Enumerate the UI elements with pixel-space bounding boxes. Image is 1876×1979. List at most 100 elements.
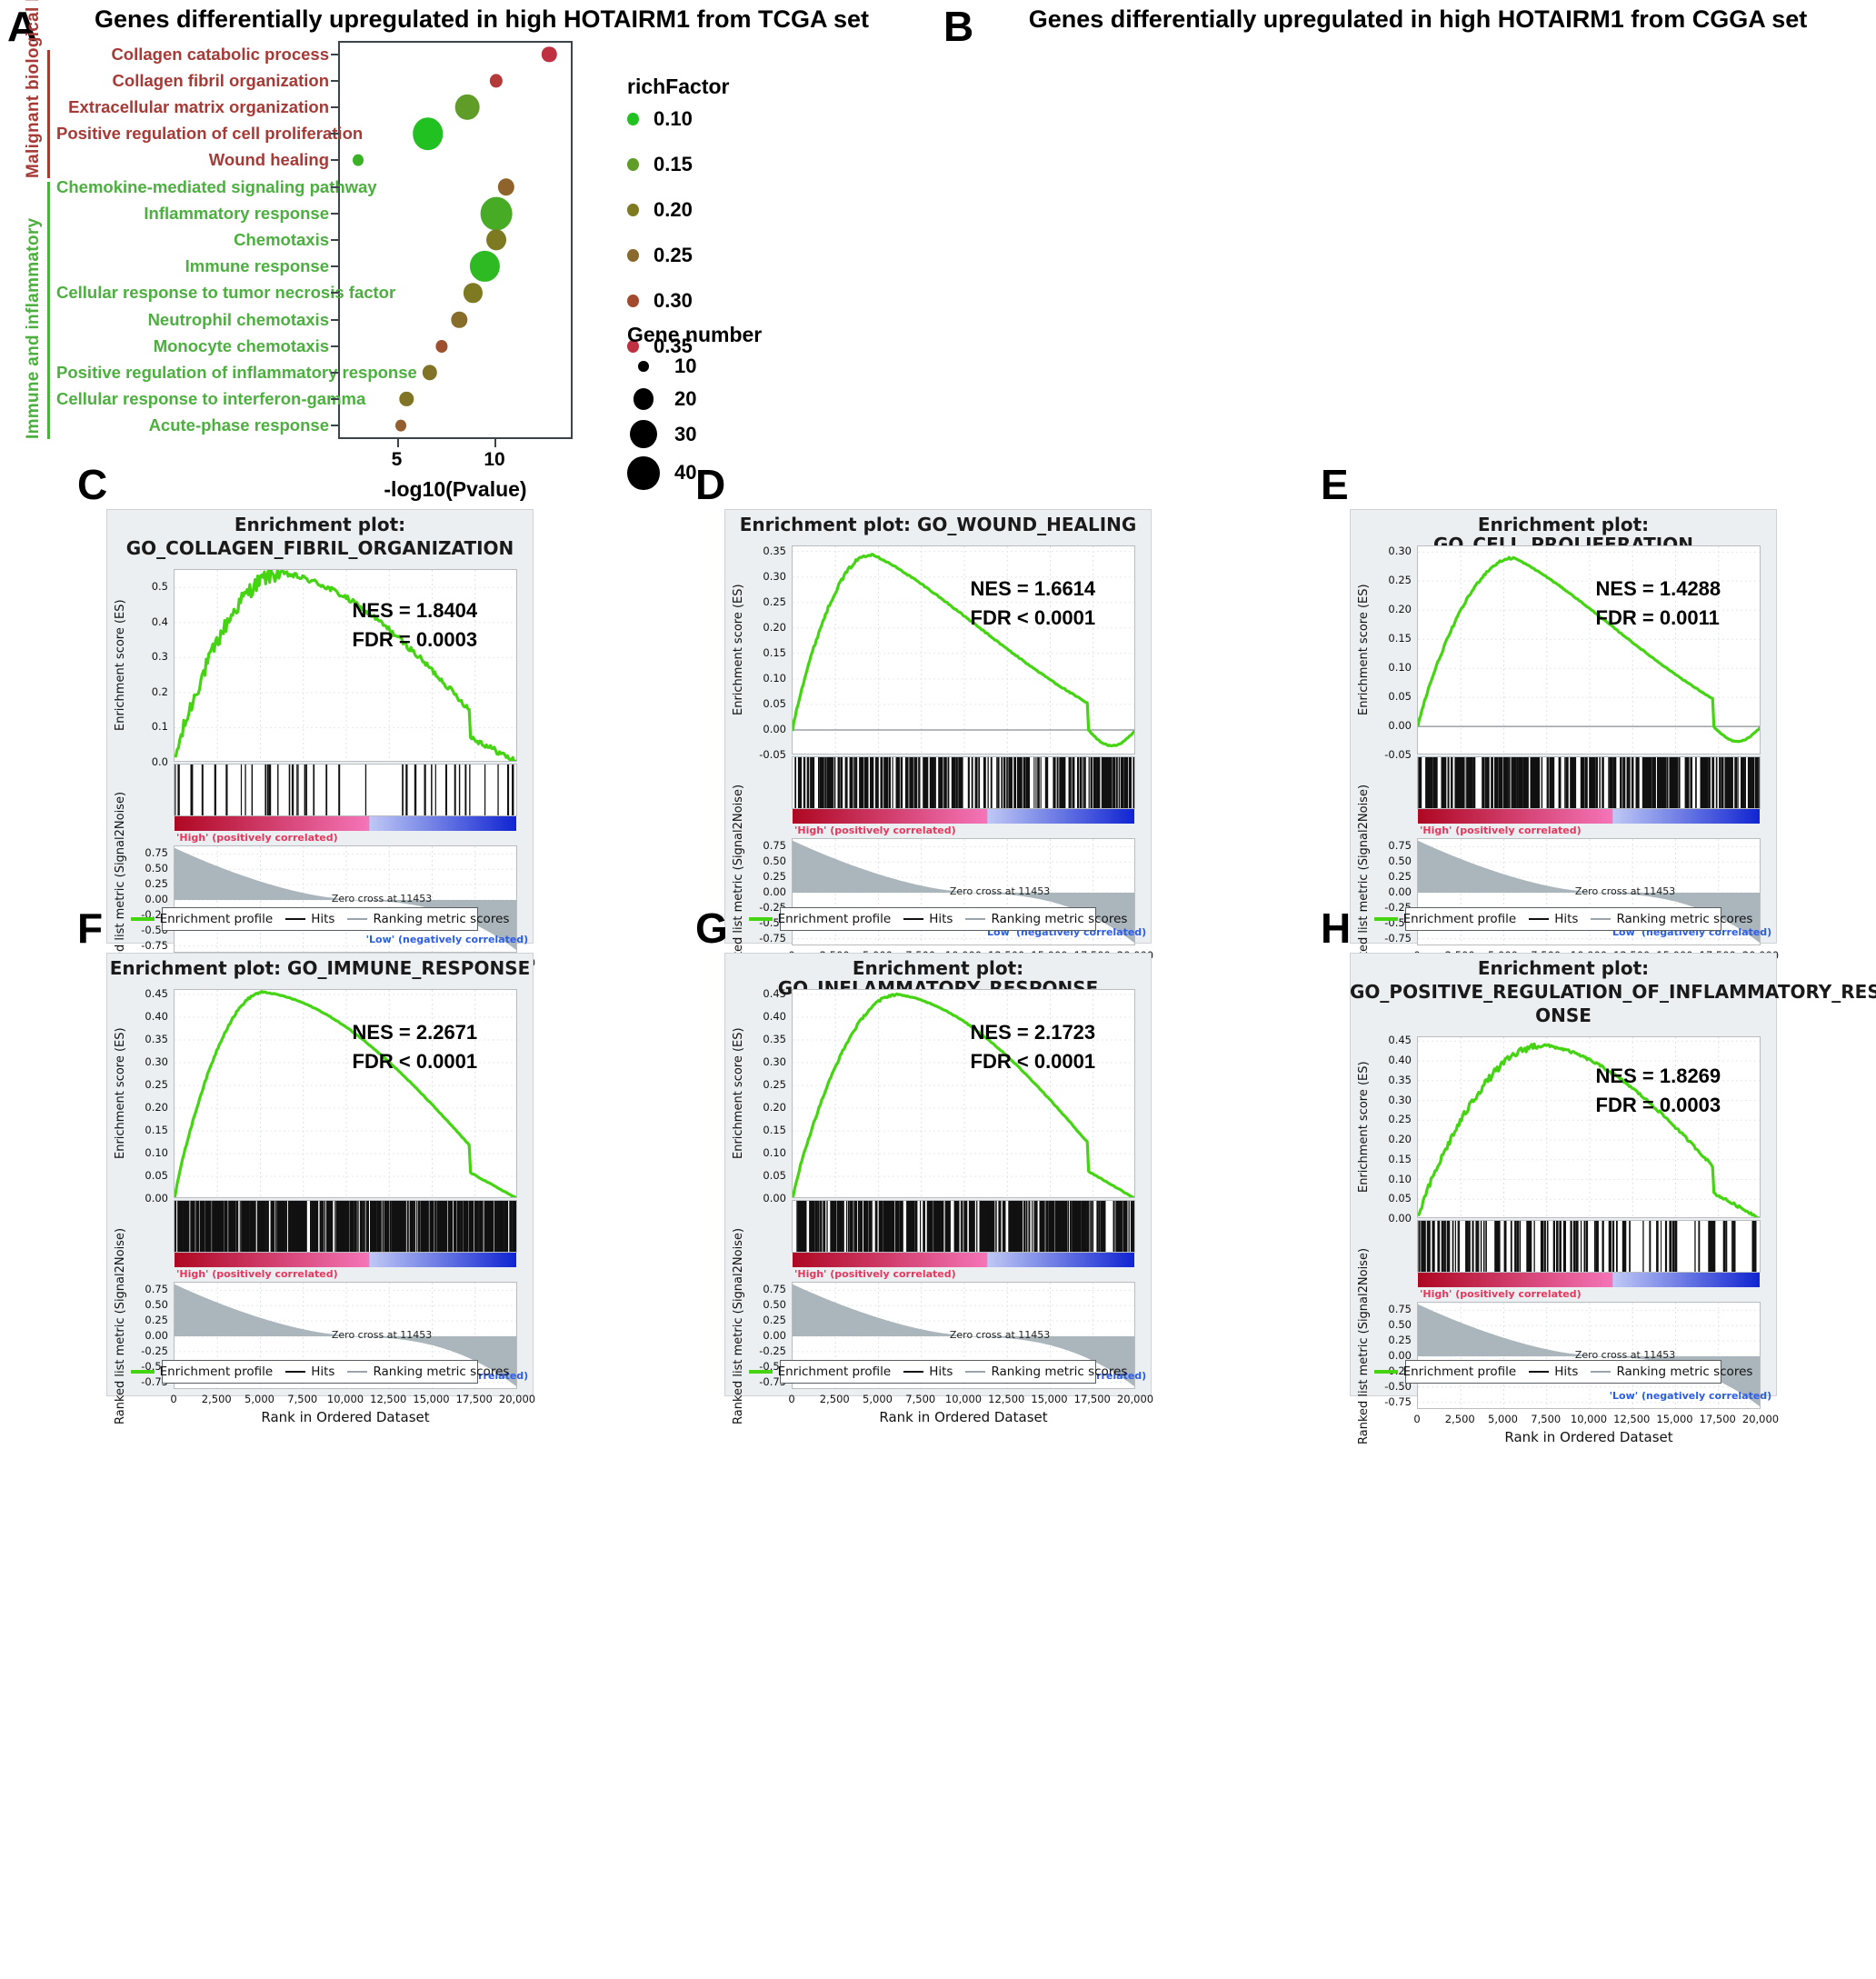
rank-y-tick-label: 0.25 xyxy=(145,877,168,891)
go-bubble[interactable] xyxy=(454,94,480,121)
es-y-tick-label: 0.15 xyxy=(763,1124,786,1136)
es-y-tick-label: -0.05 xyxy=(1384,748,1412,761)
panel-f-letter: F xyxy=(77,905,104,952)
gray-line-icon xyxy=(965,918,986,920)
legend-enrichment-profile: Enrichment profile xyxy=(748,1364,891,1379)
low-correlation-label: 'Low' (negatively correlated) xyxy=(1609,1389,1772,1402)
zero-cross-annotation: Zero cross at 11453 xyxy=(331,892,433,905)
es-y-tick-label: 0.25 xyxy=(1388,1113,1412,1126)
legend-hits: Hits xyxy=(285,1364,334,1379)
es-y-tick-label: 0.00 xyxy=(1388,1212,1412,1224)
zero-cross-annotation: Zero cross at 11453 xyxy=(1574,885,1676,897)
black-line-icon xyxy=(285,918,306,920)
correlation-gradient xyxy=(793,809,1134,824)
gray-line-icon xyxy=(347,918,368,920)
go-bubble[interactable] xyxy=(480,196,513,231)
legend-ranking-metric: Ranking metric scores xyxy=(347,1364,509,1379)
rank-x-tick-label: 12,500 xyxy=(988,1393,1025,1405)
go-bubble[interactable] xyxy=(413,117,444,150)
rank-x-tick-label: 0 xyxy=(788,1393,795,1405)
legend-enrichment-profile: Enrichment profile xyxy=(1373,1364,1516,1379)
go-term-label: Collagen catabolic process xyxy=(111,44,329,64)
es-y-tick-label: 0.05 xyxy=(1388,1192,1412,1205)
rich-factor-legend-item[interactable]: 0.20 xyxy=(627,198,693,222)
y-tick xyxy=(331,212,339,215)
legend-color-dot xyxy=(627,294,639,308)
legend-color-dot xyxy=(627,157,639,172)
es-y-tick-label: 0.30 xyxy=(145,1055,168,1068)
gsea-legend: Enrichment profile Hits Ranking metric s… xyxy=(748,907,1127,931)
rank-y-tick-label: 0.75 xyxy=(145,1283,168,1296)
high-correlation-label: 'High' (positively correlated) xyxy=(176,832,338,844)
rank-y-tick-label: 0.75 xyxy=(763,839,786,853)
y-tick xyxy=(331,265,339,268)
x-axis-title: -log10(Pvalue) xyxy=(384,477,527,501)
gsea-stats: NES = 1.4288 FDR = 0.0011 xyxy=(1596,575,1721,633)
rich-factor-legend-item[interactable]: 0.25 xyxy=(627,244,693,267)
rank-x-tick-label: 0 xyxy=(170,1393,177,1405)
rich-factor-legend-item[interactable]: 0.15 xyxy=(627,153,693,176)
high-correlation-label: 'High' (positively correlated) xyxy=(794,825,956,836)
rank-x-tick-label: 2,500 xyxy=(819,1393,850,1405)
go-term-label: Positive regulation of inflammatory resp… xyxy=(56,363,417,382)
gene-number-legend-item[interactable]: 10 xyxy=(638,355,696,378)
legend-color-dot xyxy=(627,248,639,263)
legend-label: 0.20 xyxy=(654,198,693,221)
legend-size-dot xyxy=(630,420,657,449)
rank-y-tick-label: 0.00 xyxy=(145,893,168,905)
gene-number-legend-item[interactable]: 40 xyxy=(627,455,696,491)
es-y-tick-label: -0.05 xyxy=(759,748,786,761)
gene-number-legend-item[interactable]: 20 xyxy=(634,387,696,411)
rank-x-tick-label: 12,500 xyxy=(370,1393,407,1405)
green-line-icon xyxy=(1373,1370,1398,1374)
correlation-gradient xyxy=(1418,1273,1760,1287)
legend-size-dot xyxy=(634,388,654,410)
legend-label: 30 xyxy=(674,422,697,445)
rank-y-tick-label: 0.50 xyxy=(145,862,168,875)
y-tick xyxy=(331,372,339,374)
rich-factor-legend-item[interactable]: 0.10 xyxy=(627,107,693,131)
rank-y-tick-label: 0.75 xyxy=(145,846,168,860)
high-correlation-label: 'High' (positively correlated) xyxy=(1420,825,1582,836)
green-line-icon xyxy=(130,917,155,921)
rank-x-tick-label: 5,000 xyxy=(244,1393,274,1405)
rank-x-tick-label: 20,000 xyxy=(498,1393,536,1405)
es-y-tick-label: 0.15 xyxy=(1388,632,1412,645)
gray-line-icon xyxy=(1591,918,1612,920)
es-y-tick-label: 0.20 xyxy=(763,1101,786,1114)
gene-number-legend-item[interactable]: 30 xyxy=(630,420,697,449)
panel-h-letter: H xyxy=(1321,905,1352,952)
go-bubble[interactable] xyxy=(352,155,364,166)
gene-number-legend-title: Gene number xyxy=(627,323,763,346)
rank-y-tick-label: 0.00 xyxy=(763,885,786,898)
rank-y-tick-label: 0.75 xyxy=(1388,1303,1412,1316)
go-term-label: Wound healing xyxy=(208,150,329,170)
es-y-tick-label: 0.00 xyxy=(763,1192,786,1204)
go-bubble[interactable] xyxy=(394,420,406,432)
es-y-tick-label: 0.10 xyxy=(763,1146,786,1159)
gsea-title-line: Enrichment plot: xyxy=(1477,957,1650,979)
rank-x-tick-label: 0 xyxy=(1413,1413,1421,1425)
correlation-gradient xyxy=(1418,809,1760,824)
go-term-label: Positive regulation of cell proliferatio… xyxy=(56,124,364,144)
go-bubble[interactable] xyxy=(435,339,448,353)
es-y-tick-label: 0.4 xyxy=(151,615,168,628)
gsea-stats: NES = 1.8404 FDR = 0.0003 xyxy=(353,596,478,655)
go-bubble[interactable] xyxy=(486,229,507,251)
green-line-icon xyxy=(1373,917,1398,921)
rank-x-axis-label: Rank in Ordered Dataset xyxy=(1504,1429,1673,1445)
group-label-malignant: Malignant biological behaviors xyxy=(24,0,43,178)
es-y-tick-label: 0.35 xyxy=(145,1033,168,1045)
rich-factor-legend-item[interactable]: 0.30 xyxy=(627,289,693,313)
es-y-tick-label: 0.25 xyxy=(763,1078,786,1091)
rank-y-tick-label: 0.00 xyxy=(145,1329,168,1342)
go-term-label: Monocyte chemotaxis xyxy=(153,335,329,355)
gray-line-icon xyxy=(965,1371,986,1373)
black-line-icon xyxy=(1529,918,1550,920)
rank-x-tick-label: 20,000 xyxy=(1116,1393,1154,1405)
rank-y-tick-label: 0.25 xyxy=(1388,870,1412,884)
legend-size-dot xyxy=(638,360,649,373)
rank-x-tick-label: 7,500 xyxy=(905,1393,936,1405)
rank-x-axis-label: Rank in Ordered Dataset xyxy=(261,1409,430,1425)
rank-y-tick-label: 0.50 xyxy=(1388,1318,1412,1332)
